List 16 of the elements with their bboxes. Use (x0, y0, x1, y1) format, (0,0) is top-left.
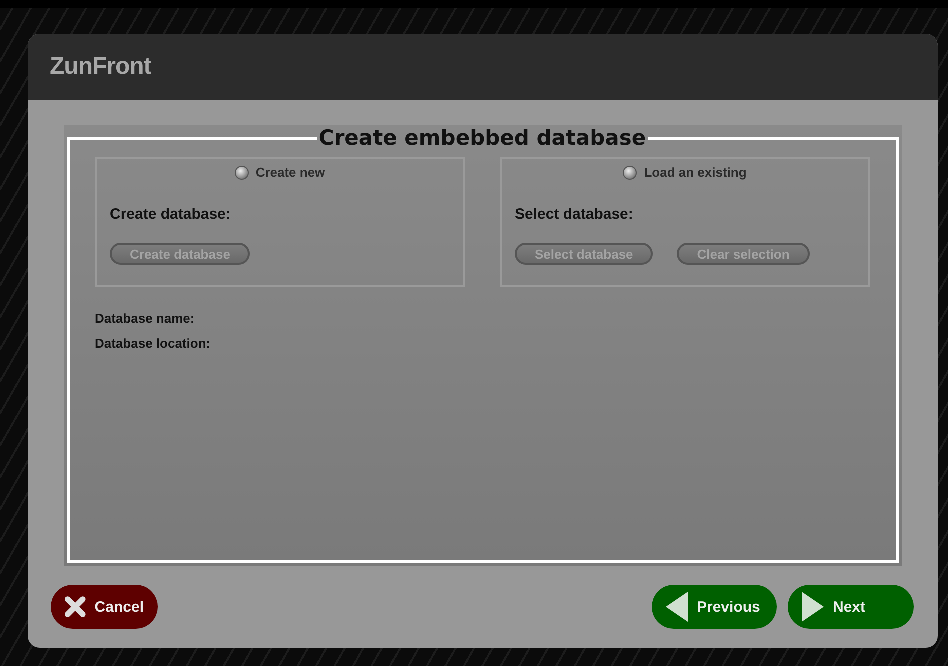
radio-label[interactable]: Load an existing (644, 165, 747, 180)
field-label: Database name: (95, 311, 196, 326)
radio-button[interactable] (234, 166, 249, 180)
right-arrow-icon (802, 592, 824, 622)
left-arrow-icon (666, 592, 688, 622)
window-title: ZunFront (50, 53, 152, 81)
previous-button[interactable]: Previous (652, 585, 777, 629)
radio-button[interactable] (623, 166, 638, 180)
radio-label[interactable]: Create new (256, 165, 326, 180)
cancel-button[interactable]: Cancel (51, 585, 158, 629)
field-label: Database location: (95, 336, 212, 351)
next-button[interactable]: Next (788, 585, 914, 629)
section-heading: Create database: (110, 206, 232, 223)
section-heading: Select database: (515, 206, 634, 223)
close-icon (65, 596, 86, 618)
panel-title: Create embebbed database (318, 125, 648, 151)
